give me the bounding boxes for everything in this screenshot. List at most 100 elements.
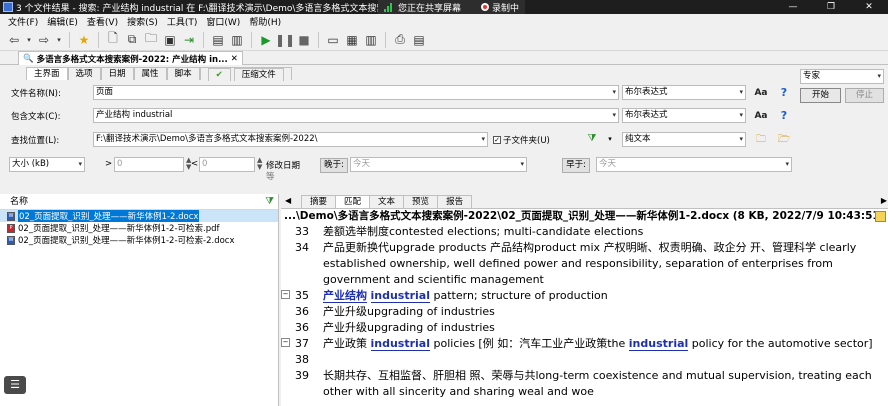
tab-report[interactable]: 报告 (437, 195, 473, 208)
tab-matches[interactable]: 匹配 (335, 195, 371, 208)
tab-date[interactable]: 日期 (100, 67, 134, 80)
size-max-input[interactable]: 0 (199, 157, 255, 172)
tab-summary[interactable]: 摘要 (301, 195, 337, 208)
copy-icon[interactable]: ⧉ (124, 32, 140, 48)
subfolders-checkbox[interactable]: ✓ 子文件夹(U) (493, 134, 550, 146)
properties-icon[interactable]: ▤ (411, 32, 427, 48)
chevron-down-icon[interactable]: ▾ (739, 109, 743, 122)
match-line[interactable]: 37− 产业政策 industrial policies [例 如：汽车工业产业政… (281, 336, 888, 352)
scroll-left-icon[interactable]: ◀ (285, 195, 291, 207)
menu-list-icon[interactable]: ☰ (4, 376, 26, 394)
filter-select[interactable]: 纯文本 ▾ (622, 132, 746, 147)
tab-script[interactable]: 脚本 (166, 67, 200, 80)
match-line[interactable]: 33 差额选举制度contested elections; multi-candi… (281, 224, 888, 240)
file-name-mode-select[interactable]: 布尔表达式 ▾ (622, 85, 746, 100)
search-tab[interactable]: 🔍 多语言多格式文本搜索案例-2022: 产业结构 in... ✕ (18, 51, 243, 65)
chevron-down-icon[interactable]: ▾ (78, 158, 82, 171)
match-case-icon[interactable]: Aa (754, 86, 768, 100)
restore-button[interactable]: ❐ (812, 0, 850, 14)
chevron-down-icon[interactable]: ▾ (612, 109, 616, 122)
chevron-down-icon[interactable]: ▾ (520, 158, 524, 171)
export-icon[interactable]: ⇥ (181, 32, 197, 48)
page-icon[interactable]: ▤ (210, 32, 226, 48)
stop-button[interactable]: 停止 (845, 88, 884, 103)
later-than-input[interactable]: 今天 ▾ (350, 157, 527, 172)
back-icon[interactable]: ⇦ (6, 32, 22, 48)
tab-preview[interactable]: 预览 (403, 195, 439, 208)
folder-icon[interactable] (875, 211, 886, 222)
forward-icon[interactable]: ⇨ (36, 32, 52, 48)
minimize-button[interactable]: — (774, 0, 812, 14)
collapse-icon[interactable]: − (281, 290, 290, 299)
profile-select[interactable]: 专家 ▾ (800, 69, 884, 84)
match-line[interactable]: 36 产业升级upgrading of industries (281, 320, 888, 336)
tab-archive[interactable]: ✔ 压缩文件 (199, 67, 292, 81)
help-icon[interactable]: ? (777, 109, 791, 123)
contains-text-input[interactable]: 产业结构 industrial ▾ (93, 108, 619, 123)
screen-share-bar[interactable]: 您正在共享屏幕 录制中 (378, 0, 526, 14)
name-column-header[interactable]: 名称 ⧩ (0, 194, 278, 210)
match-line[interactable]: 36 产业升级upgrading of industries (281, 304, 888, 320)
browse-folder-icon[interactable]: 🗀 (754, 133, 768, 147)
tab-main[interactable]: 主界面 (26, 67, 68, 80)
folders-icon[interactable]: 🗁 (777, 133, 791, 147)
chevron-down-icon[interactable]: ▾ (612, 86, 616, 99)
match-case-icon[interactable]: Aa (754, 109, 768, 123)
match-line[interactable]: 34 产品更新换代upgrade products 产品结构product mix… (281, 240, 888, 288)
earlier-than-input[interactable]: 今天 ▾ (596, 157, 792, 172)
columns-icon[interactable]: ▥ (363, 32, 379, 48)
list-item[interactable]: W 02_页面提取_识别_处理——新华体例1-2-可检索-2.docx (0, 234, 278, 246)
open-folder-icon[interactable]: 🗀 (143, 31, 159, 48)
chevron-down-icon[interactable]: ▾ (481, 133, 485, 146)
save-icon[interactable]: ▣ (162, 32, 178, 48)
chevron-down-icon[interactable]: ▾ (877, 70, 881, 83)
collapse-icon[interactable]: − (281, 338, 290, 347)
close-button[interactable]: ✕ (850, 0, 888, 14)
menu-tools[interactable]: 工具(T) (167, 15, 198, 28)
new-document-icon[interactable]: 🗋 (105, 31, 121, 48)
match-line[interactable]: 38 (281, 352, 888, 368)
pause-icon[interactable]: ❚❚ (275, 32, 295, 48)
tab-text[interactable]: 文本 (369, 195, 405, 208)
start-button[interactable]: 开始 (800, 88, 841, 103)
menu-edit[interactable]: 编辑(E) (47, 15, 78, 28)
chevron-down-icon[interactable]: ▾ (785, 158, 789, 171)
file-name-input[interactable]: 页面 ▾ (93, 85, 619, 100)
size-unit-select[interactable]: 大小 (kB) ▾ (9, 157, 85, 172)
layout-icon[interactable]: ▭ (325, 32, 341, 48)
filter-icon[interactable]: ⧩ (585, 132, 599, 146)
chevron-down-icon[interactable]: ▾ (739, 86, 743, 99)
favorites-star-icon[interactable]: ★ (76, 32, 92, 48)
menu-file[interactable]: 文件(F) (8, 15, 38, 28)
forward-dropdown-icon[interactable]: ▾ (55, 32, 63, 48)
chevron-down-icon[interactable]: ▾ (739, 133, 743, 146)
grid-icon[interactable]: ▦ (344, 32, 360, 48)
close-tab-icon[interactable]: ✕ (231, 54, 238, 64)
filter-dropdown-icon[interactable]: ▾ (603, 132, 617, 146)
play-icon[interactable]: ▶ (258, 32, 274, 48)
menu-window[interactable]: 窗口(W) (206, 15, 240, 28)
stop-icon[interactable]: ■ (296, 32, 312, 48)
menu-help[interactable]: 帮助(H) (249, 15, 281, 28)
print-icon[interactable]: ⎙ (392, 32, 408, 48)
menu-search[interactable]: 搜索(S) (127, 15, 158, 28)
contains-mode-select[interactable]: 布尔表达式 ▾ (622, 108, 746, 123)
report-icon[interactable]: ▥ (229, 32, 245, 48)
tab-options[interactable]: 选项 (67, 67, 101, 80)
earlier-than-button[interactable]: 早于: (562, 158, 590, 173)
match-line[interactable]: 39 长期共存、互相监督、肝胆相 照、荣辱与共long-term coexiste… (281, 368, 888, 400)
location-input[interactable]: F:\翻译技术演示\Demo\多语言多格式文本搜索案例-2022\ ▾ (93, 132, 488, 147)
tab-attributes[interactable]: 属性 (133, 67, 167, 80)
size-min-input[interactable]: 0 (114, 157, 184, 172)
scroll-right-icon[interactable]: ▶ (881, 195, 887, 207)
back-dropdown-icon[interactable]: ▾ (25, 32, 33, 48)
list-item[interactable]: P 02_页面提取_识别_处理——新华体例1-2-可检索.pdf (0, 222, 278, 234)
filter-icon[interactable]: ⧩ (265, 194, 274, 210)
later-than-button[interactable]: 晚于: (320, 158, 348, 173)
help-icon[interactable]: ? (777, 86, 791, 100)
recording-indicator[interactable]: 录制中 (481, 1, 519, 14)
list-item[interactable]: W 02_页面提取_识别_处理——新华体例1-2.docx (0, 210, 278, 222)
size-max-spinner-icon[interactable]: ▲ ▼ (257, 157, 262, 171)
menu-view[interactable]: 查看(V) (87, 15, 118, 28)
match-line[interactable]: 35− 产业结构 industrial pattern; structure of… (281, 288, 888, 304)
